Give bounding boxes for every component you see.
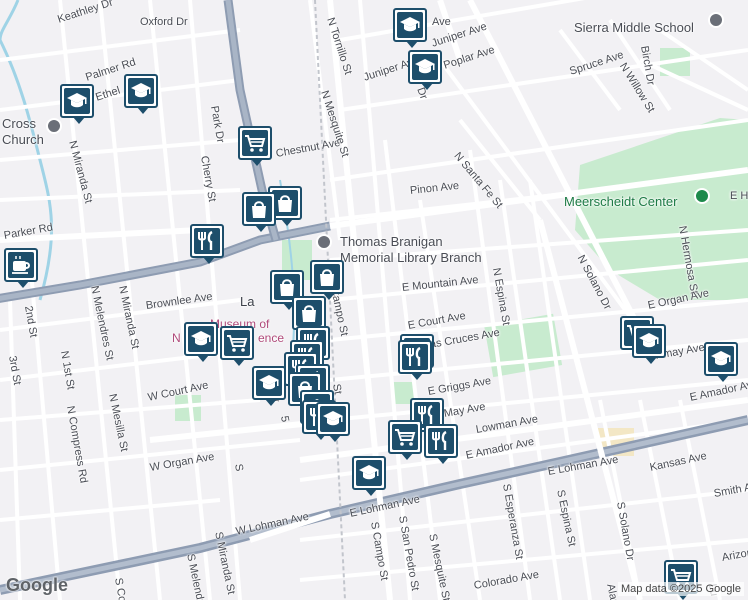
place-label[interactable]: Thomas Branigan (340, 235, 443, 248)
place-label[interactable]: Sierra Middle School (574, 21, 694, 34)
school-marker-icon[interactable] (316, 402, 350, 442)
place-label[interactable]: Church (2, 133, 44, 146)
shopping-marker-icon[interactable] (292, 296, 326, 336)
restaurant-marker-icon[interactable] (190, 224, 224, 264)
school-marker-icon[interactable] (393, 8, 427, 48)
street-label: Ave (432, 16, 451, 28)
place-label[interactable]: N (172, 332, 181, 344)
library-poi-icon[interactable] (316, 234, 332, 250)
google-logo: Google (6, 575, 68, 595)
place-label[interactable]: Cross (2, 117, 36, 130)
school-marker-icon[interactable] (60, 84, 94, 124)
school-marker-icon[interactable] (184, 322, 218, 362)
place-label[interactable]: La (240, 295, 254, 308)
school-marker-icon[interactable] (408, 50, 442, 90)
shopping-marker-icon[interactable] (310, 260, 344, 300)
street-label: E H (730, 190, 748, 202)
restaurant-marker-icon[interactable] (424, 424, 458, 464)
school-marker-icon[interactable] (252, 366, 286, 406)
school-marker-icon[interactable] (704, 342, 738, 382)
school-poi-icon[interactable] (708, 12, 724, 28)
place-label[interactable]: ence (258, 332, 284, 344)
canal (0, 0, 20, 41)
street-label: Oxford Dr (140, 16, 188, 28)
school-marker-icon[interactable] (632, 324, 666, 364)
grocery-marker-icon[interactable] (388, 420, 422, 460)
cafe-marker-icon[interactable] (4, 248, 38, 288)
grocery-marker-icon[interactable] (220, 326, 254, 366)
shopping-marker-icon[interactable] (242, 192, 276, 232)
school-marker-icon[interactable] (124, 74, 158, 114)
school-marker-icon[interactable] (352, 456, 386, 496)
place-label[interactable]: Meerscheidt Center (564, 195, 677, 208)
place-label[interactable]: Memorial Library Branch (340, 251, 482, 264)
church-poi-icon[interactable] (46, 118, 62, 134)
restaurant-marker-icon[interactable] (398, 340, 432, 380)
map-attribution[interactable]: Map data ©2025 Google (617, 582, 744, 596)
grocery-marker-icon[interactable] (238, 126, 272, 166)
map-canvas[interactable]: Keathley Dr Oxford Dr Palmer Rd Ethel N Mira… (0, 0, 748, 600)
park-poi-icon[interactable] (694, 188, 710, 204)
